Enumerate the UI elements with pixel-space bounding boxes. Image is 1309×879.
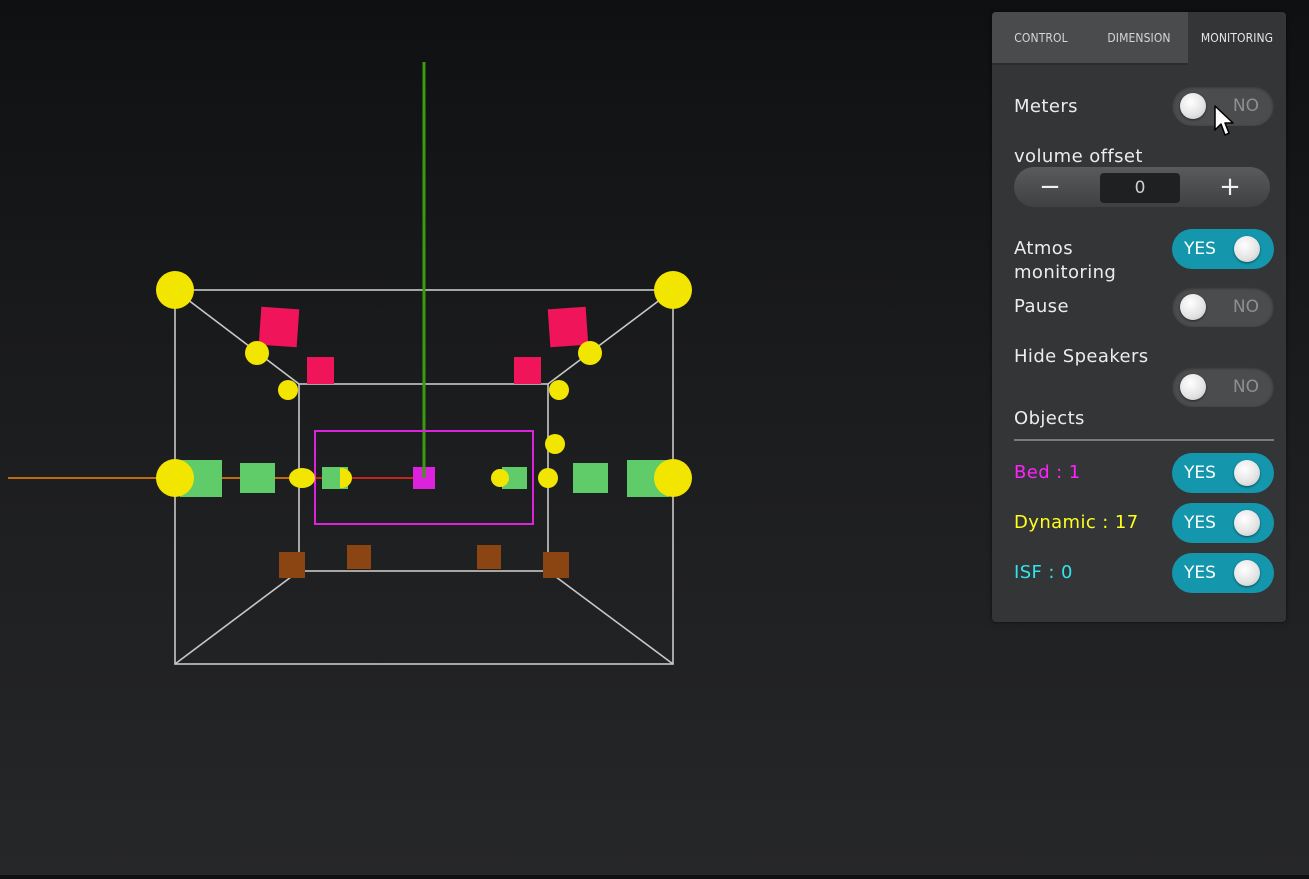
volume-offset-stepper: − + [1014, 167, 1270, 207]
toggle-state: YES [1184, 239, 1216, 259]
speaker-pink[interactable] [514, 357, 541, 384]
dynamic-toggle[interactable]: YES [1172, 503, 1274, 543]
objects-divider [1014, 439, 1274, 441]
dynamic-count-label: Dynamic : 17 [1014, 512, 1139, 533]
toggle-knob [1234, 560, 1260, 586]
speaker-green[interactable] [322, 467, 340, 489]
object-yellow[interactable] [538, 468, 558, 488]
speaker-brown[interactable] [543, 552, 569, 578]
tab-monitoring[interactable]: MONITORING [1188, 12, 1286, 65]
pause-label: Pause [1014, 296, 1069, 317]
hide-speakers-label: Hide Speakers [1014, 346, 1149, 367]
bed-toggle[interactable]: YES [1172, 453, 1274, 493]
speaker-pink[interactable] [547, 306, 589, 348]
pause-toggle[interactable]: NO [1172, 287, 1274, 327]
mouse-pointer-icon [1214, 105, 1234, 136]
object-yellow[interactable] [289, 468, 315, 488]
speaker-pink[interactable] [307, 357, 334, 384]
hide-speakers-toggle[interactable]: NO [1172, 367, 1274, 407]
room-edge [547, 570, 674, 665]
meters-label: Meters [1014, 96, 1078, 117]
atmos-monitoring-label-line2: monitoring [1014, 262, 1117, 283]
toggle-knob [1234, 460, 1260, 486]
object-yellow[interactable] [491, 469, 509, 487]
object-yellow[interactable] [156, 271, 194, 309]
object-yellow[interactable] [156, 459, 194, 497]
object-yellow[interactable] [654, 271, 692, 309]
tab-dimension[interactable]: DIMENSION [1090, 12, 1188, 65]
speaker-brown[interactable] [279, 552, 305, 578]
speaker-green[interactable] [240, 463, 275, 493]
object-yellow[interactable] [278, 380, 298, 400]
speaker-green[interactable] [573, 463, 608, 493]
toggle-state: NO [1232, 96, 1259, 116]
monitoring-panel: CONTROL DIMENSION MONITORING Meters NO v… [992, 12, 1286, 622]
toggle-state: YES [1184, 463, 1216, 483]
toggle-knob [1180, 374, 1206, 400]
increment-button[interactable]: + [1200, 167, 1260, 207]
toggle-state: YES [1184, 563, 1216, 583]
volume-offset-label: volume offset [1014, 146, 1143, 167]
decrement-button[interactable]: − [1020, 167, 1080, 207]
speaker-brown[interactable] [347, 545, 371, 569]
objects-label: Objects [1014, 408, 1085, 429]
toggle-state: NO [1232, 377, 1259, 397]
object-yellow[interactable] [245, 341, 269, 365]
object-yellow[interactable] [549, 380, 569, 400]
room-edge [174, 570, 300, 665]
toggle-knob [1180, 294, 1206, 320]
atmos-monitoring-label-line1: Atmos [1014, 238, 1073, 259]
toggle-knob [1234, 236, 1260, 262]
object-yellow[interactable] [545, 434, 565, 454]
speaker-brown[interactable] [477, 545, 501, 569]
toggle-state: YES [1184, 513, 1216, 533]
bed-count-label: Bed : 1 [1014, 462, 1081, 483]
toggle-knob [1180, 93, 1206, 119]
speaker-pink[interactable] [258, 306, 300, 348]
isf-toggle[interactable]: YES [1172, 553, 1274, 593]
toggle-knob [1234, 510, 1260, 536]
object-yellow[interactable] [578, 341, 602, 365]
isf-count-label: ISF : 0 [1014, 562, 1073, 583]
atmos-monitoring-toggle[interactable]: YES [1172, 229, 1274, 269]
tab-control[interactable]: CONTROL [992, 12, 1090, 65]
tab-bar: CONTROL DIMENSION MONITORING [992, 12, 1286, 65]
volume-offset-input[interactable] [1100, 173, 1180, 203]
toggle-state: NO [1232, 297, 1259, 317]
floor-speakers [279, 545, 569, 578]
object-yellow[interactable] [654, 459, 692, 497]
